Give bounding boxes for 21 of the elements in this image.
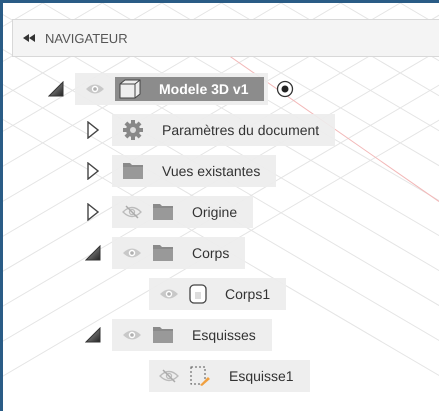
body-icon xyxy=(189,284,207,304)
gear-icon xyxy=(122,118,144,140)
cube-icon xyxy=(119,78,141,98)
expanded-arrow-icon[interactable] xyxy=(48,80,64,96)
folder-icon xyxy=(152,202,174,220)
expanded-arrow-icon[interactable] xyxy=(85,326,101,342)
collapse-icon[interactable] xyxy=(23,34,35,42)
folder-icon xyxy=(122,162,144,180)
collapsed-arrow-icon[interactable] xyxy=(87,120,99,138)
sketch-icon xyxy=(189,364,211,386)
collapsed-arrow-icon[interactable] xyxy=(87,202,99,220)
tree-item-label[interactable]: Origine xyxy=(192,204,238,220)
active-radio-icon[interactable] xyxy=(276,80,294,98)
panel-title: NAVIGATEUR xyxy=(45,30,128,46)
tree-item-label[interactable]: Esquisses xyxy=(192,326,256,342)
collapsed-arrow-icon[interactable] xyxy=(87,162,99,180)
tree-item-label[interactable]: Corps xyxy=(192,244,230,260)
folder-icon xyxy=(152,326,174,344)
folder-icon xyxy=(152,244,174,262)
expanded-arrow-icon[interactable] xyxy=(85,244,101,260)
tree-item-label[interactable]: Corps1 xyxy=(225,286,270,302)
